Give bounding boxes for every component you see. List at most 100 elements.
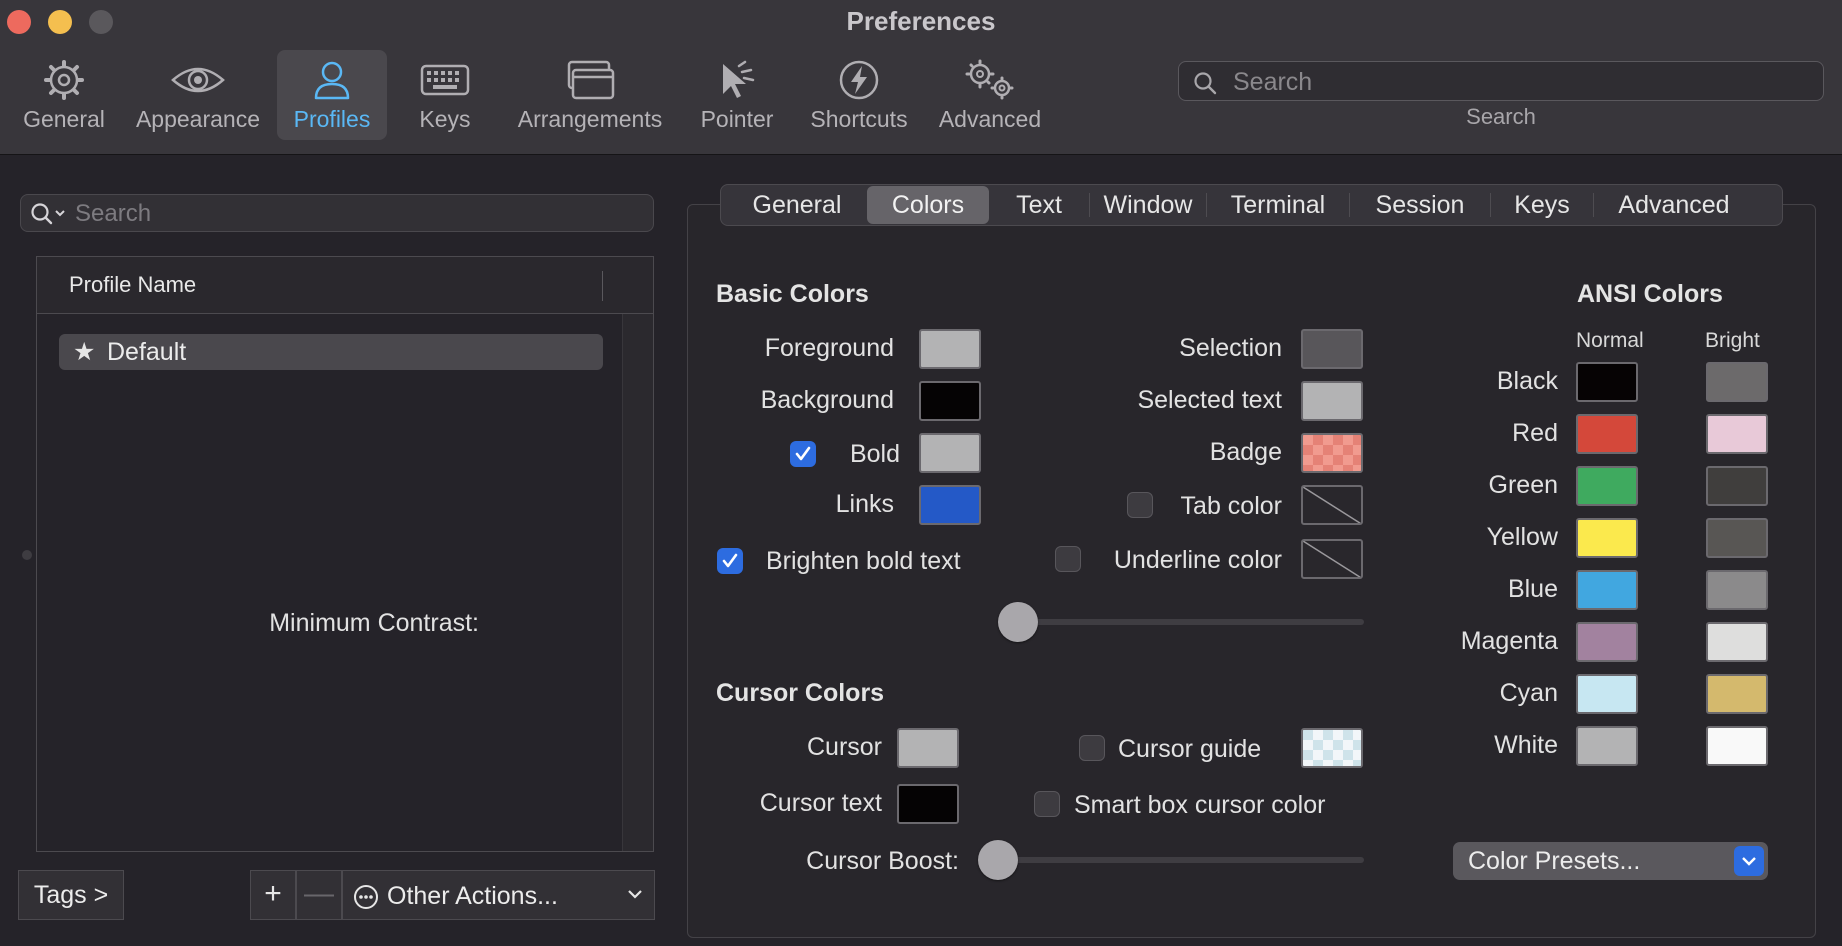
tab-color-well[interactable] — [1301, 485, 1363, 525]
ansi-magenta-normal-color-well[interactable] — [1576, 622, 1638, 662]
ansi-green-bright-color-well[interactable] — [1706, 466, 1768, 506]
ansi-yellow-bright-color-well[interactable] — [1706, 518, 1768, 558]
bold-color-well[interactable] — [919, 433, 981, 473]
other-actions-button[interactable]: Other Actions... — [342, 870, 655, 920]
toolbar-arrangements[interactable]: Arrangements — [510, 50, 670, 140]
cursor-guide-checkbox[interactable] — [1079, 735, 1105, 761]
ansi-red-bright-color-well[interactable] — [1706, 414, 1768, 454]
add-profile-button[interactable]: + — [250, 870, 296, 920]
profile-table: Profile Name ★ Default — [36, 256, 654, 852]
ansi-blue-normal-color-well[interactable] — [1576, 570, 1638, 610]
tab-text[interactable]: Text — [989, 186, 1089, 224]
ansi-black-normal-color-well[interactable] — [1576, 362, 1638, 402]
star-icon: ★ — [73, 338, 96, 366]
toolbar-keys[interactable]: Keys — [405, 50, 485, 140]
checkmark-icon — [722, 553, 738, 568]
selected-text-label: Selected text — [1137, 386, 1282, 414]
lightning-icon — [839, 60, 879, 100]
cursor-boost-slider[interactable] — [978, 840, 1018, 880]
tab-advanced[interactable]: Advanced — [1594, 186, 1754, 224]
background-label: Background — [760, 386, 894, 414]
cursor-boost-label: Cursor Boost: — [806, 847, 959, 875]
title-bar: Preferences General Appearance Profiles … — [0, 0, 1842, 155]
tab-window[interactable]: Window — [1090, 186, 1206, 224]
toolbar-label: Advanced — [938, 106, 1042, 132]
links-color-well[interactable] — [919, 485, 981, 525]
toolbar-label: Profiles — [293, 106, 371, 132]
underline-color-well[interactable] — [1301, 539, 1363, 579]
toolbar-pointer[interactable]: Pointer — [690, 50, 784, 140]
normal-column-header: Normal — [1576, 329, 1644, 352]
ansi-red-normal-color-well[interactable] — [1576, 414, 1638, 454]
toolbar-profiles[interactable]: Profiles — [277, 50, 387, 140]
ansi-white-label: White — [1494, 731, 1558, 759]
search-options-icon — [31, 203, 65, 225]
cursor-text-label: Cursor text — [759, 789, 882, 817]
toolbar-label: Keys — [419, 106, 471, 132]
foreground-color-well[interactable] — [919, 329, 981, 369]
cursor-guide-color-well[interactable] — [1301, 728, 1363, 768]
badge-color-well[interactable] — [1301, 433, 1363, 473]
ansi-yellow-normal-color-well[interactable] — [1576, 518, 1638, 558]
tab-terminal[interactable]: Terminal — [1207, 186, 1349, 224]
minimum-contrast-slider[interactable] — [998, 602, 1038, 642]
ansi-cyan-normal-color-well[interactable] — [1576, 674, 1638, 714]
split-handle[interactable] — [22, 550, 32, 560]
tab-keys[interactable]: Keys — [1491, 186, 1593, 224]
column-header-profile-name[interactable]: Profile Name — [69, 272, 196, 298]
underline-color-checkbox[interactable] — [1055, 546, 1081, 572]
color-presets-popup[interactable]: Color Presets... — [1453, 842, 1768, 880]
toolbar-label: Pointer — [700, 106, 774, 132]
profile-search-input[interactable] — [73, 198, 637, 230]
brighten-bold-label: Brighten bold text — [766, 547, 961, 575]
cursor-color-well[interactable] — [897, 728, 959, 768]
selected-text-color-well[interactable] — [1301, 381, 1363, 421]
checkerboard-pattern — [1303, 435, 1361, 471]
cursor-boost-track[interactable] — [998, 857, 1364, 863]
toolbar-label: Appearance — [135, 106, 261, 132]
checkmark-icon — [795, 446, 811, 461]
ansi-cyan-label: Cyan — [1499, 679, 1558, 707]
brighten-bold-checkbox[interactable] — [717, 548, 743, 574]
cursor-colors-heading: Cursor Colors — [716, 679, 885, 707]
remove-profile-button[interactable]: — — [296, 870, 342, 920]
profile-name: Default — [107, 338, 187, 366]
ansi-black-bright-color-well[interactable] — [1706, 362, 1768, 402]
ansi-red-label: Red — [1512, 419, 1558, 447]
background-color-well[interactable] — [919, 381, 981, 421]
selection-color-well[interactable] — [1301, 329, 1363, 369]
tab-general[interactable]: General — [727, 186, 867, 224]
tab-color-checkbox[interactable] — [1127, 492, 1153, 518]
profile-search-field[interactable] — [20, 194, 654, 232]
toolbar-shortcuts[interactable]: Shortcuts — [800, 50, 918, 140]
tab-color-label: Tab color — [1180, 492, 1282, 520]
basic-colors-heading: Basic Colors — [716, 280, 869, 308]
tab-colors[interactable]: Colors — [867, 186, 989, 224]
ansi-white-normal-color-well[interactable] — [1576, 726, 1638, 766]
no-color-icon — [1303, 487, 1361, 523]
toolbar-general[interactable]: General — [14, 50, 114, 140]
cursor-text-color-well[interactable] — [897, 784, 959, 824]
gear-icon — [44, 60, 84, 100]
preferences-search-input[interactable] — [1231, 66, 1815, 98]
preferences-search-field[interactable] — [1178, 61, 1824, 101]
badge-label: Badge — [1209, 438, 1282, 466]
ansi-green-normal-color-well[interactable] — [1576, 466, 1638, 506]
gears-icon — [965, 59, 1014, 100]
toolbar-label: General — [23, 106, 105, 132]
ansi-cyan-bright-color-well[interactable] — [1706, 674, 1768, 714]
minimum-contrast-track[interactable] — [998, 619, 1364, 625]
ansi-magenta-bright-color-well[interactable] — [1706, 622, 1768, 662]
profile-table-scrollbar[interactable] — [622, 314, 653, 851]
tags-button[interactable]: Tags > — [18, 870, 124, 920]
tab-session[interactable]: Session — [1350, 186, 1490, 224]
keyboard-icon — [420, 64, 470, 96]
toolbar-appearance[interactable]: Appearance — [128, 50, 268, 140]
bold-checkbox[interactable] — [790, 441, 816, 467]
toolbar-advanced[interactable]: Advanced — [934, 50, 1046, 140]
ansi-blue-bright-color-well[interactable] — [1706, 570, 1768, 610]
ansi-white-bright-color-well[interactable] — [1706, 726, 1768, 766]
smart-box-cursor-checkbox[interactable] — [1034, 791, 1060, 817]
profile-row-default[interactable]: ★ Default — [59, 334, 603, 370]
underline-color-label: Underline color — [1113, 546, 1282, 574]
